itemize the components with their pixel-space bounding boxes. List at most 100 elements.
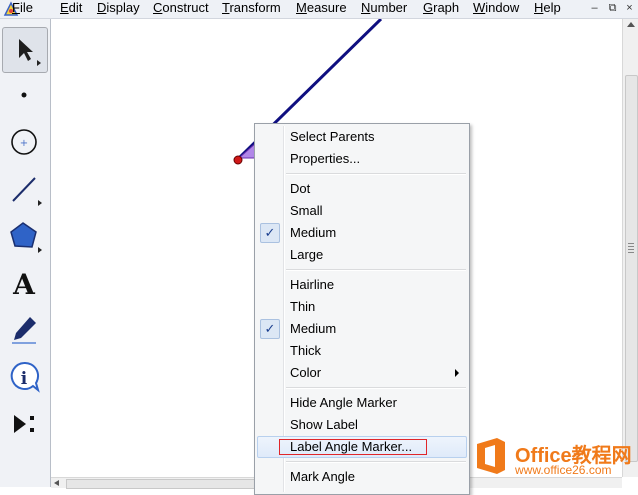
submenu-arrow-icon [455, 369, 459, 377]
menu-label-rest: isplay [106, 0, 140, 15]
text-tool[interactable]: A [2, 260, 48, 306]
menu-item-hairline[interactable]: Hairline [257, 274, 467, 296]
checkmark-icon: ✓ [260, 223, 280, 243]
menu-item-medium[interactable]: ✓ Medium [257, 318, 467, 340]
menu-item-dot[interactable]: Dot [257, 178, 467, 200]
point-tool[interactable] [2, 72, 48, 118]
vertex-point[interactable] [233, 155, 243, 165]
minimize-button[interactable]: – [587, 1, 602, 16]
submenu-arrow-icon [38, 247, 42, 253]
toolbox: + A i [0, 19, 51, 487]
menu-edit[interactable]: Edit [60, 0, 82, 18]
svg-text:A: A [12, 268, 36, 301]
office-logo-icon [477, 438, 505, 474]
menu-item-properties[interactable]: Properties... [257, 148, 467, 170]
menu-label-rest: ransform [229, 0, 281, 15]
menu-display[interactable]: Display [97, 0, 140, 18]
svg-text:i: i [21, 369, 28, 389]
vertical-scrollbar[interactable] [622, 19, 638, 477]
checkmark-icon: ✓ [260, 319, 280, 339]
scroll-left-icon[interactable] [54, 480, 59, 486]
submenu-arrow-icon [37, 60, 41, 66]
menu-accelerator-letter: N [361, 0, 371, 15]
menu-label-rest: easure [306, 0, 347, 15]
menu-item-medium[interactable]: ✓ Medium [257, 222, 467, 244]
menu-item-select-parents[interactable]: Select Parents [257, 126, 467, 148]
scroll-up-icon[interactable] [627, 22, 635, 27]
menu-label-rest: elp [543, 0, 561, 15]
menu-item-label: Medium [290, 321, 337, 336]
circle-icon: + [11, 129, 37, 155]
menu-separator [286, 173, 466, 175]
custom-tool[interactable] [2, 401, 48, 447]
menu-measure[interactable]: Measure [296, 0, 347, 18]
menu-item-thin[interactable]: Thin [257, 296, 467, 318]
menu-item-color[interactable]: Color [257, 362, 467, 384]
menu-item-label: Thick [290, 343, 322, 358]
point-icon [21, 92, 27, 98]
menu-separator [286, 269, 466, 271]
menu-accelerator-letter: H [534, 0, 544, 15]
information-tool[interactable]: i [2, 354, 48, 400]
menu-item-label: Hide Angle Marker [290, 395, 397, 410]
watermark-url: www.office26.com [515, 463, 612, 477]
menu-accelerator-letter: G [423, 0, 434, 15]
menu-accelerator-letter: D [97, 0, 107, 15]
marker-tool[interactable] [2, 307, 48, 353]
svg-text:+: + [20, 138, 28, 149]
menu-construct[interactable]: Construct [153, 0, 209, 18]
vertical-scroll-thumb[interactable] [625, 75, 638, 462]
menu-item-label: Show Label [290, 417, 358, 432]
menu-label-rest: ile [19, 0, 33, 15]
menu-label-rest: indow [485, 0, 520, 15]
menu-number[interactable]: Number [361, 0, 407, 18]
text-a-icon: A [12, 268, 36, 301]
menu-accelerator-letter: C [153, 0, 163, 15]
menu-separator [286, 387, 466, 389]
menu-item-thick[interactable]: Thick [257, 340, 467, 362]
menu-label-rest: onstruct [162, 0, 209, 15]
close-button[interactable]: × [622, 1, 637, 16]
scroll-grip-icon [628, 243, 634, 253]
arrow-select-tool[interactable] [2, 27, 48, 73]
menu-label-rest: raph [433, 0, 460, 15]
menu-item-label: Medium [290, 225, 337, 240]
menu-label-rest: umber [370, 0, 408, 15]
menu-help[interactable]: Help [534, 0, 561, 18]
menu-item-hide-angle-marker[interactable]: Hide Angle Marker [257, 392, 467, 414]
menu-item-label: Dot [290, 181, 311, 196]
menu-item-show-label[interactable]: Show Label [257, 414, 467, 436]
menu-item-label: Thin [290, 299, 316, 314]
menu-item-small[interactable]: Small [257, 200, 467, 222]
info-icon: i [10, 361, 40, 393]
marker-pen-icon [12, 317, 36, 344]
menu-item-label: Select Parents [290, 129, 375, 144]
menu-accelerator-letter: E [60, 0, 69, 15]
menu-item-label: Mark Angle [290, 469, 356, 484]
menu-item-label: Hairline [290, 277, 335, 292]
menu-item-mark-angle[interactable]: Mark Angle [257, 466, 467, 488]
menu-file[interactable]: File [12, 0, 33, 18]
menu-graph[interactable]: Graph [423, 0, 459, 18]
menu-label-rest: dit [68, 0, 83, 15]
menu-bar: File Edit Display Construct Transform Measure… [0, 0, 638, 19]
menu-accelerator-letter: W [473, 0, 486, 15]
watermark: Office教程网 www.office26.com [470, 434, 638, 484]
restore-button[interactable]: ⧉ [605, 1, 620, 16]
menu-item-label: Large [290, 247, 324, 262]
arrow-icon [19, 39, 33, 61]
menu-item-large[interactable]: Large [257, 244, 467, 266]
menu-item-label: Small [290, 203, 323, 218]
submenu-arrow-icon [38, 200, 42, 206]
menu-item-label: Properties... [290, 151, 361, 166]
menu-transform[interactable]: Transform [222, 0, 281, 18]
menu-item-label: Color [290, 365, 322, 380]
polygon-tool[interactable] [2, 213, 48, 259]
menu-window[interactable]: Window [473, 0, 519, 18]
play-dots-icon [14, 415, 34, 433]
straightedge-tool[interactable] [2, 166, 48, 212]
menu-accelerator-letter: F [12, 0, 20, 15]
menu-separator [286, 461, 466, 463]
menu-accelerator-letter: M [296, 0, 307, 15]
compass-tool[interactable]: + [2, 119, 48, 165]
